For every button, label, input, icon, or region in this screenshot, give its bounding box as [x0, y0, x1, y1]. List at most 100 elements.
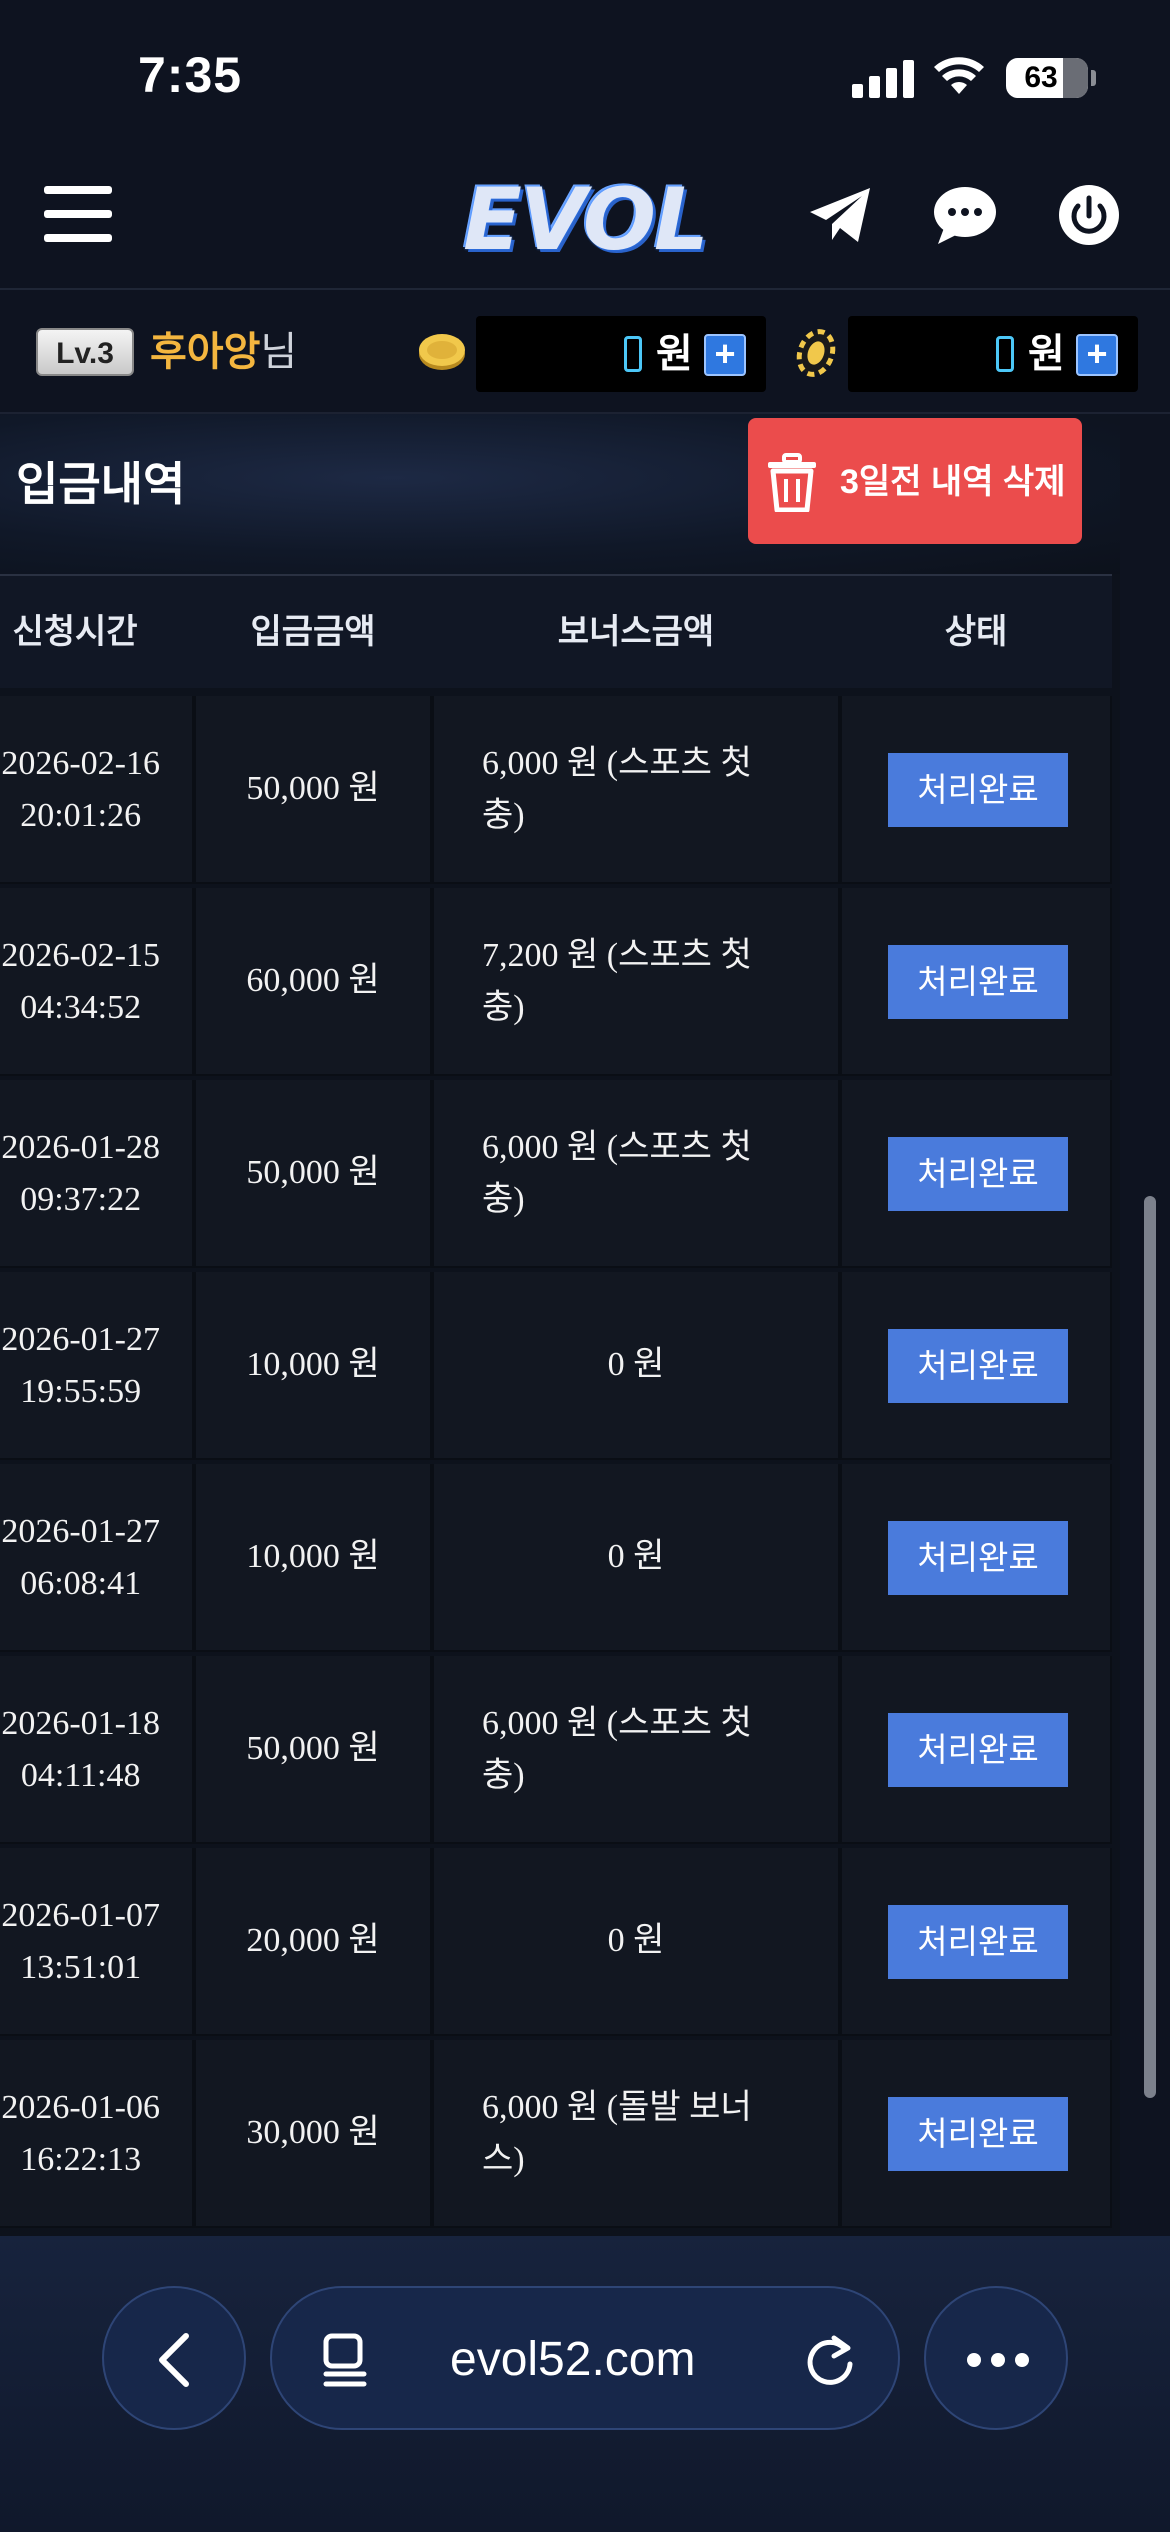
request-clock: 04:34:52 — [20, 989, 142, 1026]
request-clock: 16:22:13 — [20, 2141, 142, 2178]
cell-request-time: 2026-02-15 04:34:52 — [0, 888, 192, 1074]
deposit-amount: 30,000 원 — [246, 2114, 380, 2151]
request-time-text: 2026-01-07 13:51:01 — [1, 1890, 160, 1994]
cell-bonus-amount: 7,200 원 (스포츠 첫충) — [434, 888, 838, 1074]
cell-request-time: 2026-01-28 09:37:22 — [0, 1080, 192, 1266]
bonus-amount: 6,000 원 (돌발 보너스) — [482, 2089, 752, 2178]
column-header-amount: 입금금액 — [250, 613, 376, 651]
battery-level: 63 — [1024, 61, 1058, 94]
cash-deposit-plus-button[interactable]: + — [704, 334, 746, 376]
more-dots-icon — [967, 2353, 1029, 2367]
request-time-text: 2026-01-27 19:55:59 — [1, 1314, 160, 1418]
status-badge[interactable]: 처리완료 — [888, 2097, 1068, 2171]
point-plus-button[interactable]: + — [1076, 334, 1118, 376]
battery-icon: 63 — [1006, 58, 1088, 98]
bonus-amount: 0 원 — [607, 1922, 665, 1959]
cell-status: 처리완료 — [842, 696, 1110, 882]
cell-bonus-amount: 6,000 원 (스포츠 첫충) — [434, 1080, 838, 1266]
chevron-left-icon — [159, 2333, 189, 2387]
cell-deposit-amount: 10,000 원 — [196, 1272, 430, 1458]
cell-request-time: 2026-01-07 13:51:01 — [0, 1848, 192, 2034]
request-time-text: 2026-01-06 16:22:13 — [1, 2082, 160, 2186]
status-badge[interactable]: 처리완료 — [888, 945, 1068, 1019]
column-header-bonus: 보너스금액 — [557, 613, 715, 651]
request-time-text: 2026-01-18 04:11:48 — [1, 1698, 160, 1802]
table-row: 2026-01-07 13:51:01 20,000 원 0 원 처리완료 — [0, 1848, 1112, 2036]
cell-deposit-amount: 50,000 원 — [196, 1080, 430, 1266]
table-row: 2026-02-16 20:01:26 50,000 원 6,000 원 (스포츠 첫… — [0, 696, 1112, 884]
request-clock: 09:37:22 — [20, 1181, 142, 1218]
cell-deposit-amount: 20,000 원 — [196, 1848, 430, 2034]
back-button[interactable] — [102, 2286, 246, 2430]
cell-status: 처리완료 — [842, 1080, 1110, 1266]
cell-deposit-amount: 60,000 원 — [196, 888, 430, 1074]
request-time-text: 2026-01-27 06:08:41 — [1, 1506, 160, 1610]
cell-bonus-amount: 6,000 원 (스포츠 첫충) — [434, 696, 838, 882]
request-date: 2026-02-16 — [1, 745, 160, 782]
status-badge[interactable]: 처리완료 — [888, 1521, 1068, 1595]
power-icon[interactable] — [1058, 184, 1120, 246]
bonus-amount: 7,200 원 (스포츠 첫충) — [482, 937, 752, 1026]
request-date: 2026-01-27 — [1, 1513, 160, 1550]
request-date: 2026-01-27 — [1, 1321, 160, 1358]
status-badge[interactable]: 처리완료 — [888, 1137, 1068, 1211]
cell-request-time: 2026-01-27 19:55:59 — [0, 1272, 192, 1458]
cellular-signal-icon — [852, 60, 914, 98]
request-date: 2026-01-28 — [1, 1129, 160, 1166]
deposit-amount: 10,000 원 — [246, 1346, 380, 1383]
request-clock: 04:11:48 — [20, 1757, 141, 1794]
delete-old-history-button[interactable]: 3일전 내역 삭제 — [748, 418, 1082, 544]
logo[interactable]: EVOL — [455, 170, 715, 270]
page-title: 입금내역 — [16, 458, 186, 510]
chat-icon[interactable] — [932, 180, 998, 250]
cash-balance-unit: 원 — [656, 332, 693, 376]
cell-request-time: 2026-01-06 16:22:13 — [0, 2040, 192, 2226]
cell-deposit-amount: 50,000 원 — [196, 1656, 430, 1842]
status-badge[interactable]: 처리완료 — [888, 1905, 1068, 1979]
request-date: 2026-01-06 — [1, 2089, 160, 2126]
status-badge[interactable]: 처리완료 — [888, 753, 1068, 827]
point-balance-unit: 원 — [1028, 332, 1065, 376]
menu-icon[interactable] — [44, 186, 112, 242]
address-bar[interactable]: evol52.com — [270, 2286, 900, 2430]
column-header-status: 상태 — [944, 613, 1008, 651]
trash-icon — [768, 453, 816, 512]
bonus-amount: 0 원 — [607, 1538, 665, 1575]
wifi-icon — [934, 57, 984, 94]
status-bar: 7:35 63 — [0, 0, 1170, 150]
cell-deposit-amount: 50,000 원 — [196, 696, 430, 882]
cell-bonus-amount: 0 원 — [434, 1272, 838, 1458]
status-badge[interactable]: 처리완료 — [888, 1713, 1068, 1787]
bonus-amount: 0 원 — [607, 1346, 665, 1383]
request-date: 2026-01-07 — [1, 1897, 160, 1934]
cell-deposit-amount: 30,000 원 — [196, 2040, 430, 2226]
telegram-icon[interactable] — [806, 180, 876, 250]
cell-status: 처리완료 — [842, 1272, 1110, 1458]
table-row: 2026-01-06 16:22:13 30,000 원 6,000 원 (돌발 보너… — [0, 2040, 1112, 2228]
cell-status: 처리완료 — [842, 1656, 1110, 1842]
level-badge: Lv.3 — [36, 328, 134, 376]
deposit-amount: 50,000 원 — [246, 1154, 380, 1191]
cell-bonus-amount: 0 원 — [434, 1848, 838, 2034]
tabs-icon — [323, 2333, 367, 2387]
more-button[interactable] — [924, 2286, 1068, 2430]
reload-icon[interactable] — [800, 2330, 860, 2390]
cash-balance: 원 + — [476, 316, 766, 392]
request-clock: 20:01:26 — [20, 797, 142, 834]
deposit-amount: 10,000 원 — [246, 1538, 380, 1575]
clock: 7:35 — [138, 47, 243, 103]
point-balance-value — [996, 336, 1014, 372]
scrollbar[interactable] — [1144, 1196, 1156, 2098]
point-balance: 원 + — [848, 316, 1138, 392]
table-row: 2026-01-27 19:55:59 10,000 원 0 원 처리완료 — [0, 1272, 1112, 1460]
deposit-history-panel: 입금내역 3일전 내역 삭제 신청시간 입금금액 보너스금액 상태 2026-0… — [0, 414, 1120, 2236]
table-row: 2026-01-27 06:08:41 10,000 원 0 원 처리완료 — [0, 1464, 1112, 1652]
status-badge[interactable]: 처리완료 — [888, 1329, 1068, 1403]
cell-bonus-amount: 6,000 원 (돌발 보너스) — [434, 2040, 838, 2226]
request-clock: 06:08:41 — [20, 1565, 142, 1602]
table-row: 2026-01-28 09:37:22 50,000 원 6,000 원 (스포츠 첫… — [0, 1080, 1112, 1268]
user-name-suffix: 님 — [260, 330, 298, 374]
bonus-amount: 6,000 원 (스포츠 첫충) — [482, 1129, 752, 1218]
app-header: EVOL — [0, 150, 1170, 290]
cell-bonus-amount: 6,000 원 (스포츠 첫충) — [434, 1656, 838, 1842]
